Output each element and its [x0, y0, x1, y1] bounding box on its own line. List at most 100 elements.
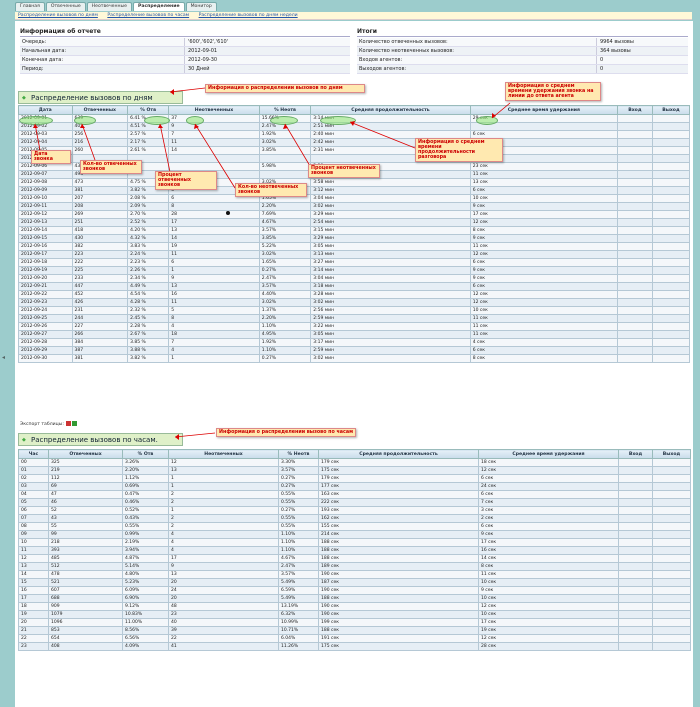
day-cell: 3:05 мин [310, 330, 471, 339]
tab-answered[interactable]: Отвеченные [45, 2, 86, 11]
collapse-arrow-icon[interactable]: ◂ [2, 354, 5, 361]
day-cell [651, 202, 691, 211]
day-cell: 4.67% [258, 218, 312, 227]
highlight-missed [186, 116, 204, 125]
hour-cell: 222 сек [318, 498, 479, 507]
table-row: 2012-09-11 208 2.09 % 8 2.20% 3:02 мин 9 сек [18, 202, 691, 211]
day-column-header[interactable]: Неотвеченных [168, 105, 260, 115]
hour-column-header[interactable]: Час [18, 449, 49, 459]
day-cell: 418 [71, 226, 129, 235]
day-cell: 5 [168, 306, 260, 315]
table-row: 04 47 0.47% 2 0.55% 163 сек 6 сек [18, 490, 691, 499]
day-cell: 251 [71, 218, 129, 227]
day-column-header[interactable]: % Неотв [258, 105, 312, 115]
link-by-days[interactable]: Распределение вызовов по дням [18, 13, 98, 18]
hour-cell [618, 506, 653, 515]
hour-cell [618, 522, 653, 531]
hour-column-header[interactable]: Выход [652, 449, 691, 459]
hour-column-header[interactable]: % Неотв [278, 449, 319, 459]
tab-distribution[interactable]: Распределение [132, 2, 185, 11]
day-cell: 3:14 мин [310, 266, 471, 275]
day-cell: 3.57% [258, 226, 312, 235]
hour-cell: 478 [48, 570, 123, 579]
day-cell: 4.40% [258, 290, 312, 299]
day-cell: 207 [71, 194, 129, 203]
day-cell [258, 154, 312, 163]
day-cell: 11 сек [469, 330, 618, 339]
hour-cell [652, 482, 691, 491]
hour-cell: 12 сек [478, 602, 619, 611]
days-section-header[interactable]: Распределение вызовов по дням [18, 91, 183, 104]
hours-section-header[interactable]: Распределение вызовов по часам. [18, 433, 183, 446]
hour-column-header[interactable]: Средняя продолжительность [318, 449, 479, 459]
table-row: 2012-09-26 227 2.28 % 4 1.10% 3:22 мин 11 сек [18, 322, 691, 331]
day-cell: 11 сек [469, 170, 618, 179]
day-cell [616, 122, 653, 131]
hour-cell [652, 458, 691, 467]
day-column-header[interactable]: Средняя продолжительность [310, 105, 471, 115]
link-by-weekdays[interactable]: Распределение вызовов по дням недели [199, 13, 298, 18]
day-column-header[interactable]: Среднее время удержания [469, 105, 618, 115]
hour-cell [652, 522, 691, 531]
day-cell [616, 130, 653, 139]
hour-column-header[interactable]: Неотвеченных [168, 449, 279, 459]
tab-home[interactable]: Главная [15, 2, 45, 11]
pdf-export-icon[interactable] [65, 421, 71, 426]
day-column-header[interactable]: Выход [651, 105, 691, 115]
hour-cell: 69 [48, 482, 123, 491]
day-cell: 10 сек [469, 306, 618, 315]
hour-cell [618, 578, 653, 587]
hour-column-header[interactable]: Среднее время удержания [478, 449, 619, 459]
link-by-hours[interactable]: Распределение вызовов по часам [107, 13, 189, 18]
day-cell: 13 сек [469, 178, 618, 187]
day-cell [616, 346, 653, 355]
hour-cell: 2.20% [122, 466, 169, 475]
annotation-hours-info: Информация о распределении вызово по час… [216, 428, 356, 437]
day-cell: 37 [168, 114, 260, 123]
table-row: 2012-09-14 418 4.20 % 13 3.57% 3:15 мин 8 сек [18, 226, 691, 235]
totals-title: Итоги [357, 27, 688, 37]
hour-column-header[interactable]: Отвеченных [48, 449, 123, 459]
day-cell: 430 [71, 234, 129, 243]
day-cell [651, 122, 691, 131]
hour-cell: 112 [48, 474, 123, 483]
hour-cell: 219 [48, 466, 123, 475]
days-table-header: Дата Отвеченных% Отв Неотвеченных% Неотв Ср… [18, 105, 691, 115]
day-cell [616, 170, 653, 179]
day-cell: 4.54 % [127, 290, 170, 299]
days-table: Дата Отвеченных% Отв Неотвеченных% Неотв Ср… [18, 105, 691, 363]
hour-cell: 0.27% [278, 506, 319, 515]
hour-cell: 3.94% [122, 546, 169, 555]
day-cell [616, 178, 653, 187]
hour-column-header[interactable]: Вход [618, 449, 653, 459]
day-cell: 4.20 % [127, 226, 170, 235]
hour-cell: 39 [168, 626, 279, 635]
day-cell [616, 242, 653, 251]
hour-cell: 1079 [48, 610, 123, 619]
hour-cell: 177 сек [318, 482, 479, 491]
table-row: 2012-09-10 207 2.08 % 6 1.65% 3:04 мин 10 сек [18, 194, 691, 203]
day-cell [651, 250, 691, 259]
hour-cell: 48 [168, 602, 279, 611]
highlight-date [19, 116, 53, 125]
day-cell: 452 [71, 290, 129, 299]
day-cell: 2.45 % [127, 314, 170, 323]
day-column-header[interactable]: % Отв [127, 105, 170, 115]
tab-monitor[interactable]: Монитор [185, 2, 217, 11]
totals-value: 364 вызовы [600, 48, 631, 54]
day-cell: 8 сек [469, 226, 618, 235]
table-row: 2012-09-27 266 2.67 % 18 4.95% 3:05 мин 11 сек [18, 330, 691, 339]
hour-cell [618, 602, 653, 611]
day-column-header[interactable]: Вход [616, 105, 653, 115]
day-cell [616, 354, 653, 363]
day-column-header[interactable]: Дата [18, 105, 73, 115]
hour-column-header[interactable]: % Отв [122, 449, 169, 459]
table-row: 2012-09-29 387 3.88 % 4 1.10% 2:59 мин 6 сек [18, 346, 691, 355]
day-cell: 11 [168, 250, 260, 259]
hour-cell [652, 546, 691, 555]
table-row: 15 521 5.23% 20 5.49% 187 сек 10 сек [18, 578, 691, 587]
day-cell: 2012-09-08 [18, 178, 73, 187]
excel-export-icon[interactable] [71, 421, 77, 426]
tab-unanswered[interactable]: Неотвеченные [86, 2, 132, 11]
day-column-header[interactable]: Отвеченных [71, 105, 129, 115]
